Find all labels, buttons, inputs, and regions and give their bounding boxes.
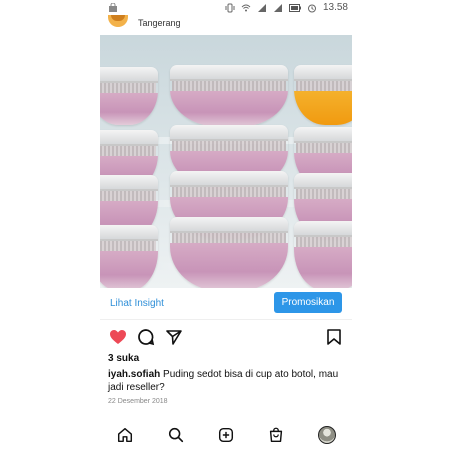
share-button[interactable] xyxy=(164,327,184,347)
pudding-cup xyxy=(100,67,158,125)
home-icon xyxy=(118,427,133,443)
like-button[interactable] xyxy=(108,327,128,347)
poster-avatar[interactable] xyxy=(108,15,128,27)
pudding-cup xyxy=(294,221,352,288)
status-icons: 13.58 xyxy=(225,2,348,13)
add-post-icon xyxy=(218,427,233,443)
caption-username[interactable]: iyah.sofiah xyxy=(108,369,160,380)
search-icon xyxy=(168,427,183,443)
comment-button[interactable] xyxy=(136,327,156,347)
nav-profile[interactable] xyxy=(316,424,338,446)
like-count[interactable]: 3 suka xyxy=(108,353,139,364)
insight-link[interactable]: Lihat Insight xyxy=(110,298,164,309)
promote-button[interactable]: Promosikan xyxy=(274,292,342,313)
send-icon xyxy=(166,330,182,345)
nav-home[interactable] xyxy=(114,424,136,446)
pudding-cup xyxy=(170,217,288,288)
post-date: 22 Desember 2018 xyxy=(108,398,168,405)
heart-icon xyxy=(110,330,126,344)
pudding-cup xyxy=(170,65,288,127)
save-button[interactable] xyxy=(324,327,344,347)
nav-search[interactable] xyxy=(165,424,187,446)
post-location[interactable]: Tangerang xyxy=(138,18,181,28)
signal-icon xyxy=(257,3,266,12)
comment-icon xyxy=(138,329,155,346)
pudding-cup xyxy=(100,225,158,288)
bookmark-icon xyxy=(327,329,341,345)
pudding-cup-orange xyxy=(294,65,352,125)
post-actions xyxy=(100,327,352,347)
signal-icon-2 xyxy=(273,3,282,12)
profile-avatar xyxy=(317,426,336,444)
post-header: Tangerang xyxy=(100,14,352,34)
post-caption: iyah.sofiah Puding sedot bisa di cup ato… xyxy=(108,368,344,394)
alarm-icon xyxy=(307,4,316,12)
nav-add[interactable] xyxy=(215,424,237,446)
shop-icon xyxy=(270,427,283,443)
divider xyxy=(100,319,352,320)
battery-icon xyxy=(288,3,301,12)
wifi-icon xyxy=(241,4,251,11)
status-time: 13.58 xyxy=(322,2,348,13)
vibrate-icon xyxy=(225,3,235,12)
insight-row: Lihat Insight Promosikan xyxy=(100,292,352,314)
shopping-bag-icon xyxy=(109,3,117,12)
post-image[interactable] xyxy=(100,35,352,288)
bottom-nav xyxy=(100,422,352,448)
nav-shop[interactable] xyxy=(265,424,287,446)
